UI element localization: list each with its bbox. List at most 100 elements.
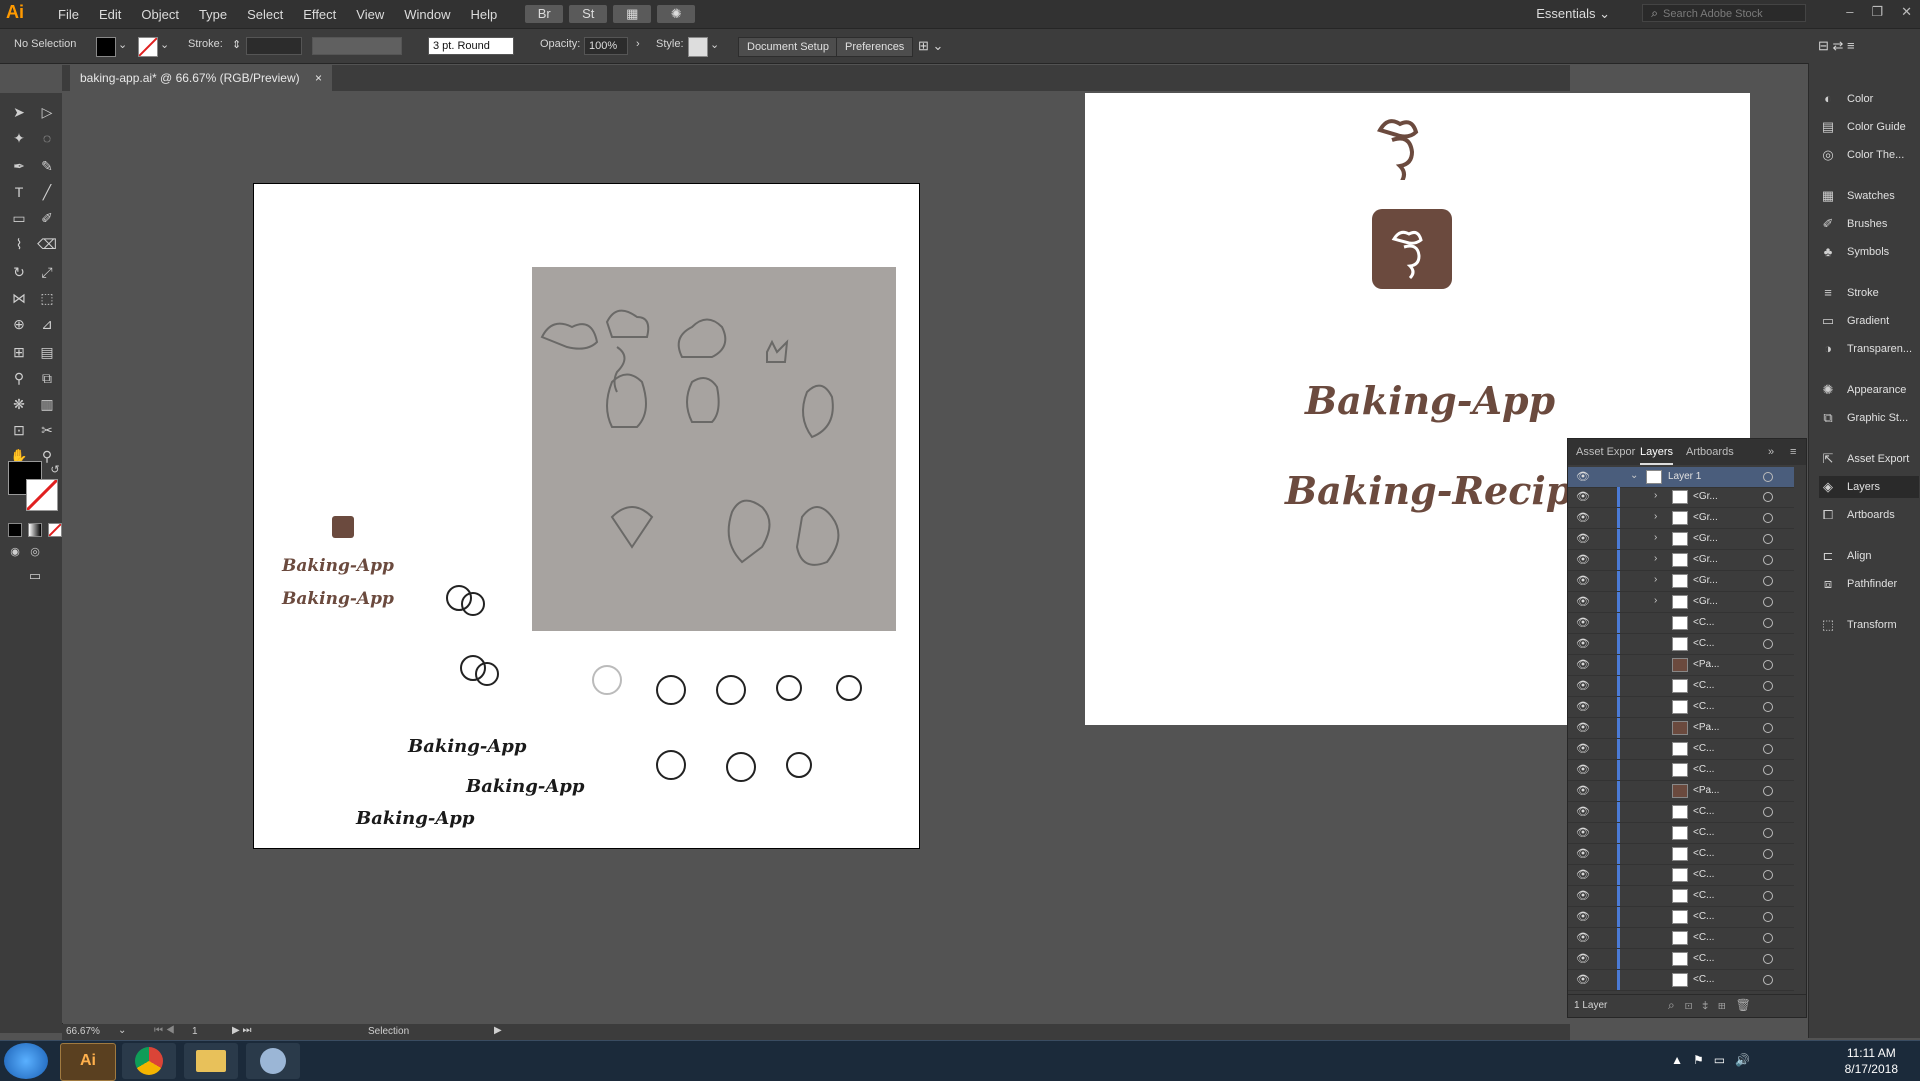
visibility-eye-icon[interactable]: 👁 [1576,721,1590,734]
panel-menu-icon[interactable]: ≡ [1790,446,1796,458]
target-icon[interactable] [1763,828,1773,838]
expand-layer-icon[interactable]: ⌄ [1630,470,1638,481]
target-icon[interactable] [1763,744,1773,754]
target-icon[interactable] [1763,849,1773,859]
slice-tool-icon[interactable]: ✂ [36,419,58,441]
menu-view[interactable]: View [346,7,394,22]
dock-color-guide[interactable]: ▤ Color Guide [1819,116,1919,138]
start-button[interactable] [4,1043,48,1079]
visibility-eye-icon[interactable]: 👁 [1576,805,1590,818]
layer-row[interactable]: 👁 <C... [1568,844,1794,865]
visibility-eye-icon[interactable]: 👁 [1576,595,1590,608]
none-mode-icon[interactable] [48,523,62,537]
draw-behind-icon[interactable]: ◎ [24,541,46,563]
visibility-eye-icon[interactable]: 👁 [1576,952,1590,965]
target-icon[interactable] [1763,597,1773,607]
blend-tool-icon[interactable]: ⧉ [36,367,58,389]
magic-wand-tool-icon[interactable]: ✦ [8,127,30,149]
layer-row[interactable]: 👁 <C... [1568,886,1794,907]
symbol-sprayer-tool-icon[interactable]: ❋ [8,393,30,415]
visibility-eye-icon[interactable]: 👁 [1576,973,1590,986]
collapse-panel-icon[interactable]: » [1768,446,1774,458]
chef-mark-circle[interactable] [776,675,802,701]
brush-definition[interactable]: 3 pt. Round [428,37,514,55]
chef-mark-circle[interactable] [786,752,812,778]
target-icon[interactable] [1763,870,1773,880]
layer-row[interactable]: 👁 <Pa... [1568,655,1794,676]
layer-row[interactable]: 👁 <C... [1568,739,1794,760]
dock-stroke[interactable]: ≡ Stroke [1819,282,1919,304]
expand-group-icon[interactable]: › [1654,511,1657,522]
search-input[interactable]: Search Adobe Stock [1642,4,1806,22]
title-baking-app[interactable]: Baking-App [1305,378,1555,423]
dock-color[interactable]: ◐ Color [1819,88,1919,110]
chef-logo-mark[interactable] [1372,110,1424,186]
status-arrow-icon[interactable]: ▶ [494,1025,502,1036]
visibility-eye-icon[interactable]: 👁 [1576,931,1590,944]
stroke-dropdown-icon[interactable]: ⌄ [160,38,169,51]
selection-tool-icon[interactable]: ➤ [8,101,30,123]
expand-group-icon[interactable]: › [1654,490,1657,501]
menu-object[interactable]: Object [131,7,189,22]
logo-text-4[interactable]: Baking-App [466,776,584,797]
layer-row[interactable]: 👁 <C... [1568,949,1794,970]
restore-icon[interactable]: ❐ [1871,4,1883,20]
target-icon[interactable] [1763,472,1773,482]
menu-edit[interactable]: Edit [89,7,131,22]
dock-layers[interactable]: ◈ Layers [1819,476,1919,498]
zoom-dropdown-icon[interactable]: ⌄ [118,1025,126,1036]
close-icon[interactable]: ✕ [1901,4,1912,20]
target-icon[interactable] [1763,807,1773,817]
app-icon[interactable] [1372,209,1452,289]
workspace-switcher[interactable]: Essentials ⌄ [1536,6,1610,22]
gradient-tool-icon[interactable]: ▤ [36,341,58,363]
free-transform-tool-icon[interactable]: ⬚ [36,287,58,309]
target-icon[interactable] [1763,786,1773,796]
chef-mark-circle[interactable] [592,665,622,695]
chef-mark-circle[interactable] [726,752,756,782]
close-tab-icon[interactable]: × [315,71,322,85]
target-icon[interactable] [1763,534,1773,544]
menu-file[interactable]: File [48,7,89,22]
logo-text-1[interactable]: Baking-App [282,556,394,576]
chef-mark-circle[interactable] [656,675,686,705]
file-explorer-taskbar-icon[interactable] [184,1043,238,1079]
paintbrush-tool-icon[interactable]: ✐ [36,207,58,229]
expand-group-icon[interactable]: › [1654,574,1657,585]
shape-builder-tool-icon[interactable]: ⊕ [8,313,30,335]
layer-row[interactable]: 👁 › <Gr... [1568,550,1794,571]
layer-row[interactable]: 👁 › <Gr... [1568,508,1794,529]
style-swatch[interactable] [688,37,708,57]
dock-brushes[interactable]: ✐ Brushes [1819,213,1919,235]
clock[interactable]: 11:11 AM 8/17/2018 [1845,1045,1898,1077]
fill-swatch[interactable] [96,37,116,57]
layer-row[interactable]: 👁 <C... [1568,634,1794,655]
visibility-eye-icon[interactable]: 👁 [1576,763,1590,776]
tab-layers[interactable]: Layers [1640,446,1674,465]
opacity-field[interactable]: 100% [584,37,628,55]
target-icon[interactable] [1763,702,1773,712]
target-icon[interactable] [1763,681,1773,691]
target-icon[interactable] [1763,765,1773,775]
visibility-eye-icon[interactable]: 👁 [1576,889,1590,902]
layer-row[interactable]: 👁 <Pa... [1568,718,1794,739]
target-icon[interactable] [1763,555,1773,565]
layer-row[interactable]: 👁 <C... [1568,802,1794,823]
type-tool-icon[interactable]: T [8,181,30,203]
line-tool-icon[interactable]: ╱ [36,181,58,203]
gradient-mode-icon[interactable] [28,523,42,537]
visibility-eye-icon[interactable]: 👁 [1576,511,1590,524]
first-artboard-icon[interactable]: ⏮ ◀ [154,1025,175,1036]
menu-effect[interactable]: Effect [293,7,346,22]
menu-select[interactable]: Select [237,7,293,22]
menu-window[interactable]: Window [394,7,460,22]
perspective-grid-tool-icon[interactable]: ⊿ [36,313,58,335]
dock-appearance[interactable]: ✺ Appearance [1819,379,1919,401]
arrange-documents-icon[interactable]: ▦ [613,5,652,23]
document-setup-button[interactable]: Document Setup [738,37,838,57]
style-dropdown-icon[interactable]: ⌄ [710,38,719,51]
dock-transparency[interactable]: ◑ Transparen... [1819,338,1919,360]
target-icon[interactable] [1763,492,1773,502]
color-mode-icon[interactable] [8,523,22,537]
direct-selection-tool-icon[interactable]: ▷ [36,101,58,123]
